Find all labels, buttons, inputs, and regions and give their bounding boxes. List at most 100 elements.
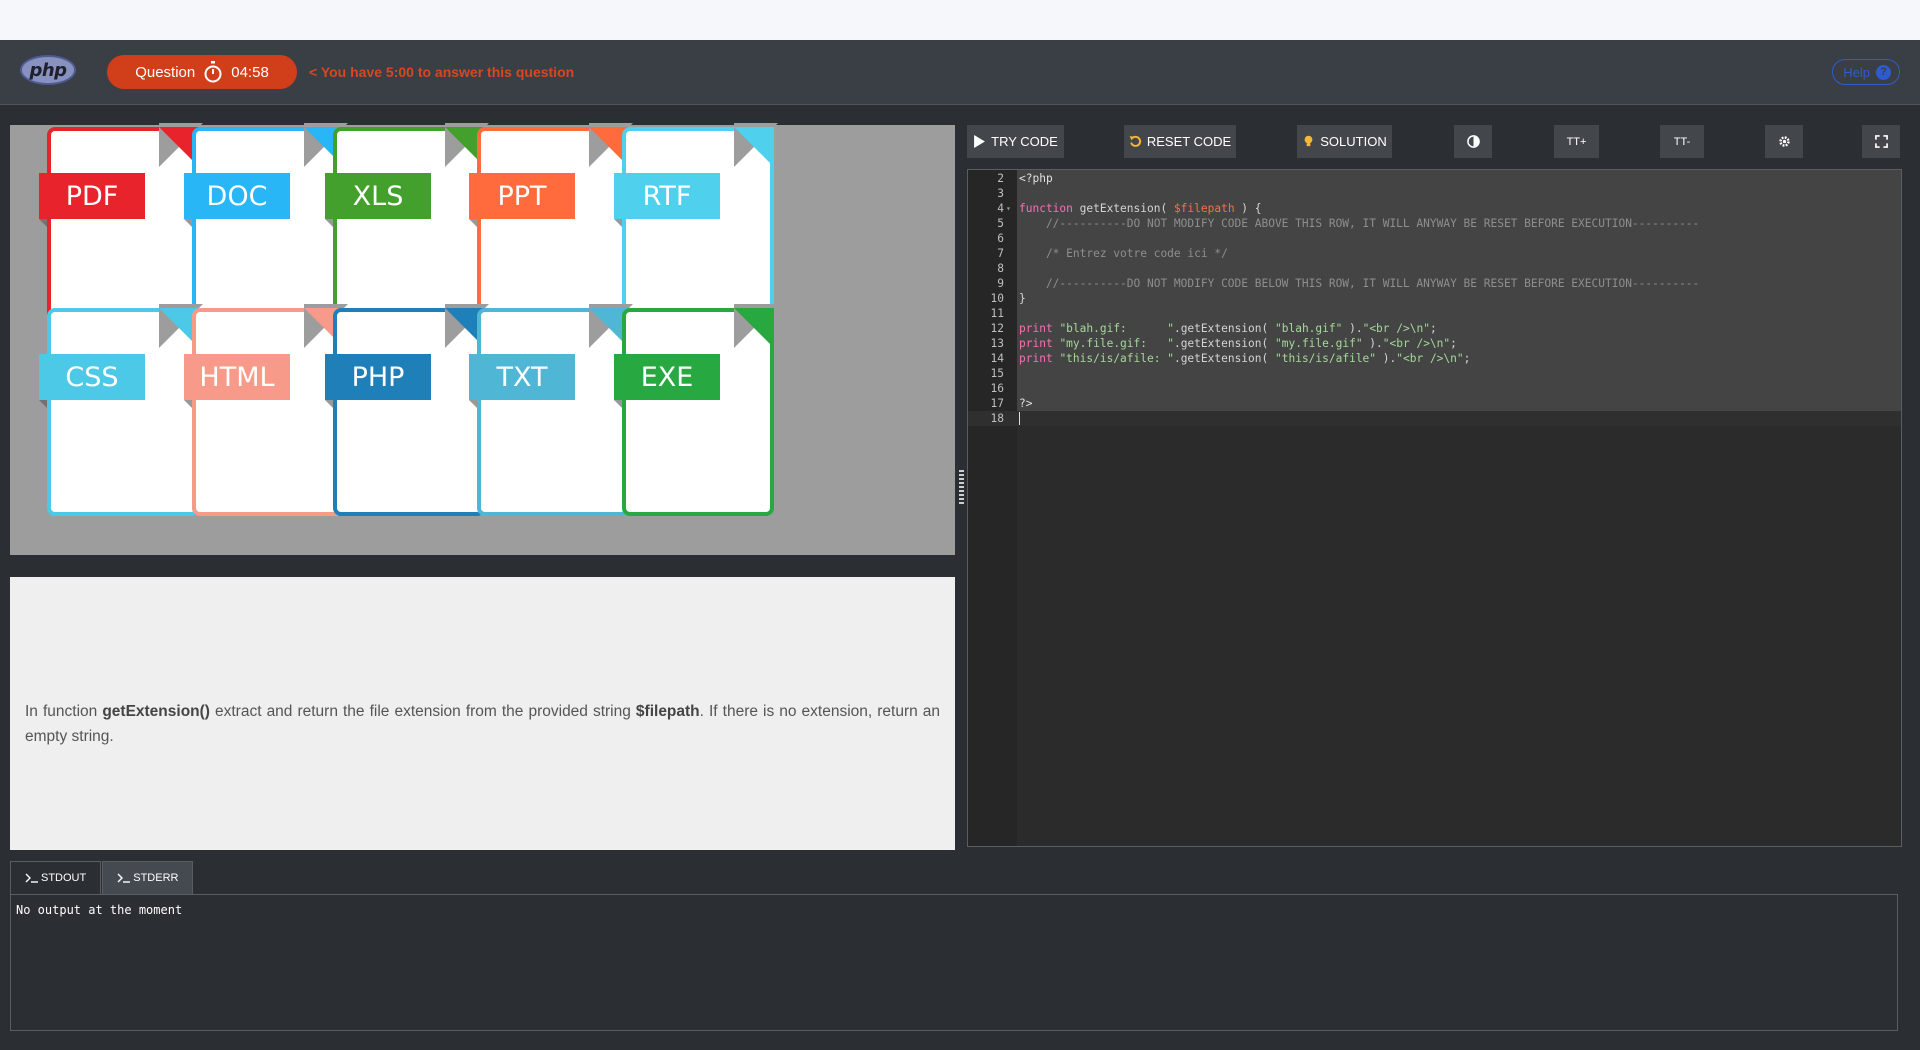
code-line[interactable]: 16 [968, 381, 1901, 396]
line-number: 3 [997, 187, 1004, 200]
tab-stdout[interactable]: STDOUT [10, 861, 102, 894]
line-number: 12 [990, 322, 1004, 335]
code-editor[interactable]: 2 <?php 3 4 ▾ function getExtension( $filepat… [967, 169, 1902, 847]
theme-toggle-button[interactable] [1454, 125, 1492, 158]
code-line[interactable]: 7 /* Entrez votre code ici */ [968, 246, 1901, 261]
text-cursor [1019, 412, 1020, 425]
file-type-label: EXE [614, 354, 720, 400]
line-number: 9 [997, 277, 1004, 290]
stopwatch-icon [204, 61, 222, 83]
file-type-label: RTF [614, 173, 720, 219]
reset-code-label: RESET CODE [1146, 134, 1232, 149]
terminal-icon [117, 873, 131, 883]
lightbulb-icon [1304, 135, 1313, 147]
code-line[interactable]: 5 //----------DO NOT MODIFY CODE ABOVE T… [968, 216, 1901, 231]
php-logo: php [20, 55, 76, 85]
file-type-label: DOC [184, 173, 290, 219]
file-type-label: PPT [469, 173, 575, 219]
code-line[interactable]: 13 print "my.file.gif: ".getExtension( "m… [968, 336, 1901, 351]
file-type-label: TXT [469, 354, 575, 400]
tab-stderr-label: STDERR [133, 872, 179, 884]
file-icon-exe: EXE [614, 304, 778, 516]
tab-stderr[interactable]: STDERR [102, 861, 194, 894]
fold-toggle-icon[interactable]: ▾ [1006, 201, 1011, 216]
file-type-label: XLS [325, 173, 431, 219]
line-text: print "blah.gif: ".getExtension( "blah.g… [1019, 322, 1437, 335]
file-icon-html: HTML [184, 304, 348, 516]
code-line[interactable]: 15 [968, 366, 1901, 381]
browser-top-strip [0, 0, 1920, 40]
panel-splitter-handle[interactable] [958, 470, 964, 506]
line-number: 2 [997, 172, 1004, 185]
font-decrease-button[interactable]: TT- [1660, 125, 1704, 158]
line-text: //----------DO NOT MODIFY CODE BELOW THI… [1019, 277, 1700, 290]
font-increase-label: TT+ [1566, 135, 1587, 148]
param-name: $filepath [635, 702, 700, 720]
output-console: No output at the moment [10, 894, 1898, 1031]
code-line[interactable]: 12 print "blah.gif: ".getExtension( "blah… [968, 321, 1901, 336]
timer-label: Question [135, 63, 196, 81]
timer-message: < You have 5:00 to answer this question [309, 64, 575, 80]
code-line[interactable]: 17 ?> [968, 396, 1901, 411]
line-number: 16 [990, 382, 1004, 395]
question-text-part: In function [25, 702, 103, 720]
undo-icon [1129, 135, 1141, 147]
try-code-button[interactable]: TRY CODE [967, 125, 1064, 158]
line-number: 17 [990, 397, 1004, 410]
line-text: } [1019, 292, 1026, 305]
line-text: ?> [1019, 397, 1033, 410]
font-increase-button[interactable]: TT+ [1554, 125, 1599, 158]
code-line[interactable]: 14 print "this/is/afile: ".getExtension( … [968, 351, 1901, 366]
output-tabs: STDOUT STDERR [10, 861, 194, 894]
line-number: 10 [990, 292, 1004, 305]
solution-label: SOLUTION [1320, 134, 1387, 149]
line-number: 13 [990, 337, 1004, 350]
fullscreen-button[interactable] [1862, 125, 1900, 158]
try-code-label: TRY CODE [991, 134, 1058, 149]
code-line[interactable]: 4 ▾ function getExtension( $filepath ) { [968, 201, 1901, 216]
line-text: /* Entrez votre code ici */ [1019, 247, 1228, 260]
code-line[interactable]: 10} [968, 291, 1901, 306]
help-button[interactable]: Help ? [1832, 59, 1900, 85]
code-line[interactable]: 18 [968, 411, 1901, 426]
line-number: 18 [990, 412, 1004, 425]
question-text-part: extract and return the file extension fr… [209, 702, 636, 720]
contrast-icon [1466, 135, 1480, 148]
code-line[interactable]: 11 [968, 306, 1901, 321]
file-icon-php: PHP [325, 304, 489, 516]
settings-button[interactable] [1765, 125, 1803, 158]
code-line[interactable]: 9 //----------DO NOT MODIFY CODE BELOW T… [968, 276, 1901, 291]
file-type-label: HTML [184, 354, 290, 400]
file-icon-css: CSS [39, 304, 203, 516]
editor-toolbar: TRY CODE RESET CODE SOLUTION TT+ TT- [967, 125, 1902, 163]
line-text: print "this/is/afile: ".getExtension( "t… [1019, 352, 1471, 365]
line-number: 11 [990, 307, 1004, 320]
function-name: getExtension() [102, 702, 210, 720]
line-number: 8 [997, 262, 1004, 275]
code-line[interactable]: 6 [968, 231, 1901, 246]
reset-code-button[interactable]: RESET CODE [1124, 125, 1236, 158]
question-illustration: PDF DOC XLS PPT RTF CSS HTML PHP TXT EXE [10, 123, 955, 555]
line-text: //----------DO NOT MODIFY CODE ABOVE THI… [1019, 217, 1700, 230]
code-line[interactable]: 2 <?php [968, 171, 1901, 186]
file-type-label: PDF [39, 173, 145, 219]
line-number: 15 [990, 367, 1004, 380]
file-type-label: PHP [325, 354, 431, 400]
file-icon-txt: TXT [469, 304, 633, 516]
logo-text: php [29, 59, 67, 81]
question-text: In function getExtension() extract and r… [25, 699, 940, 749]
line-number: 6 [997, 232, 1004, 245]
question-panel: In function getExtension() extract and r… [10, 577, 955, 850]
line-number: 14 [990, 352, 1004, 365]
gear-icon [1778, 136, 1790, 147]
top-navbar: php Question 04:58 < You have 5:00 to an… [0, 40, 1920, 105]
solution-button[interactable]: SOLUTION [1297, 125, 1392, 158]
code-line[interactable]: 8 [968, 261, 1901, 276]
line-number: 7 [997, 247, 1004, 260]
question-circle-icon: ? [1876, 64, 1891, 80]
code-line[interactable]: 3 [968, 186, 1901, 201]
terminal-icon [25, 873, 38, 883]
line-number: 4 [997, 202, 1004, 215]
question-timer: Question 04:58 [107, 55, 297, 89]
line-number: 5 [997, 217, 1004, 230]
